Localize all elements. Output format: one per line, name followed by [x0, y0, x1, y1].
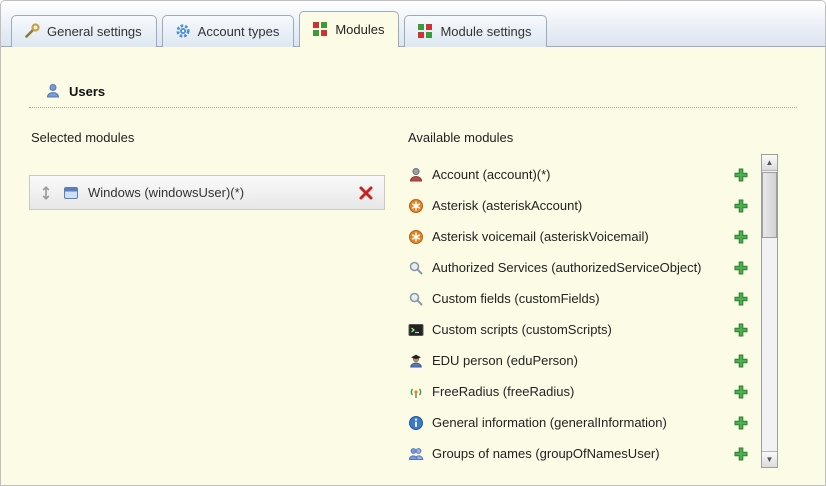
drag-handle-icon[interactable] [38, 185, 54, 201]
add-icon [733, 198, 749, 214]
available-modules-list: Account (account)(*) [406, 159, 797, 469]
user-icon [45, 83, 61, 99]
available-module-label: FreeRadius (freeRadius) [432, 384, 574, 399]
scrollbar-track[interactable] [762, 171, 777, 451]
add-icon [733, 167, 749, 183]
available-module-row: Asterisk voicemail (asteriskVoicemail) [406, 221, 797, 252]
arrow-up-icon: ▲ [766, 158, 774, 167]
gear-icon [175, 23, 191, 39]
tab-label: General settings [47, 24, 142, 39]
add-icon [733, 415, 749, 431]
add-icon [733, 353, 749, 369]
tab-label: Modules [335, 22, 384, 37]
add-module-button[interactable] [733, 229, 749, 245]
remove-icon [358, 185, 374, 201]
module-settings-icon [417, 23, 433, 39]
available-module-row: General information (generalInformation) [406, 407, 797, 438]
tab-label: Account types [198, 24, 280, 39]
available-module-row: Account (account)(*) [406, 159, 797, 190]
tab-bar: General settings Account types [1, 1, 825, 47]
add-module-button[interactable] [733, 167, 749, 183]
available-module-label: General information (generalInformation) [432, 415, 667, 430]
available-module-row: Custom scripts (customScripts) [406, 314, 797, 345]
available-modules-heading: Available modules [408, 130, 797, 145]
selected-modules-panel: Selected modules [29, 124, 385, 469]
asterisk-voicemail-icon [408, 229, 424, 245]
add-icon [733, 229, 749, 245]
scrollbar[interactable]: ▲ ▼ [761, 154, 778, 468]
available-module-row: EDU person (eduPerson) [406, 345, 797, 376]
tab-general-settings[interactable]: General settings [11, 15, 157, 47]
add-icon [733, 446, 749, 462]
available-module-row: FreeRadius (freeRadius) [406, 376, 797, 407]
add-icon [733, 291, 749, 307]
group-icon [408, 446, 424, 462]
available-module-label: EDU person (eduPerson) [432, 353, 578, 368]
available-module-label: Authorized Services (authorizedServiceOb… [432, 260, 702, 275]
available-module-label: Groups of names (groupOfNamesUser) [432, 446, 660, 461]
arrow-down-icon: ▼ [766, 455, 774, 464]
available-module-label: Custom scripts (customScripts) [432, 322, 612, 337]
asterisk-icon [408, 198, 424, 214]
add-module-button[interactable] [733, 415, 749, 431]
edu-person-icon [408, 353, 424, 369]
available-module-row: Authorized Services (authorizedServiceOb… [406, 252, 797, 283]
tab-account-types[interactable]: Account types [162, 15, 295, 47]
add-module-button[interactable] [733, 353, 749, 369]
available-module-label: Account (account)(*) [432, 167, 551, 182]
windows-module-icon [63, 185, 79, 201]
available-module-row: Custom fields (customFields) [406, 283, 797, 314]
add-icon [733, 384, 749, 400]
tools-icon [24, 23, 40, 39]
tab-module-settings[interactable]: Module settings [404, 15, 546, 47]
available-module-label: Custom fields (customFields) [432, 291, 600, 306]
add-module-button[interactable] [733, 322, 749, 338]
add-icon [733, 322, 749, 338]
modules-tab-content: Users Selected modules [1, 47, 825, 469]
tab-label: Module settings [440, 24, 531, 39]
available-module-row: Asterisk (asteriskAccount) [406, 190, 797, 221]
add-module-button[interactable] [733, 384, 749, 400]
search-icon [408, 260, 424, 276]
add-module-button[interactable] [733, 446, 749, 462]
add-module-button[interactable] [733, 291, 749, 307]
selected-modules-heading: Selected modules [31, 130, 385, 145]
lam-configuration-window: General settings Account types [0, 0, 826, 486]
selected-module-label: Windows (windowsUser)(*) [88, 185, 244, 200]
available-module-label: Asterisk voicemail (asteriskVoicemail) [432, 229, 649, 244]
available-module-row: Groups of names (groupOfNamesUser) [406, 438, 797, 469]
add-icon [733, 260, 749, 276]
add-module-button[interactable] [733, 260, 749, 276]
scroll-down-button[interactable]: ▼ [762, 451, 777, 467]
selected-module-row[interactable]: Windows (windowsUser)(*) [29, 175, 385, 210]
scroll-up-button[interactable]: ▲ [762, 155, 777, 171]
available-module-label: Asterisk (asteriskAccount) [432, 198, 582, 213]
remove-module-button[interactable] [358, 185, 374, 201]
add-module-button[interactable] [733, 198, 749, 214]
info-icon [408, 415, 424, 431]
section-title: Users [69, 84, 105, 99]
scrollbar-thumb[interactable] [762, 172, 777, 238]
users-section-heading: Users [29, 57, 797, 108]
available-modules-panel: Available modules Account (account)(*) [406, 124, 797, 469]
modules-icon [312, 21, 328, 37]
tab-modules[interactable]: Modules [299, 11, 399, 47]
radius-icon [408, 384, 424, 400]
account-icon [408, 167, 424, 183]
custom-fields-icon [408, 291, 424, 307]
script-icon [408, 322, 424, 338]
